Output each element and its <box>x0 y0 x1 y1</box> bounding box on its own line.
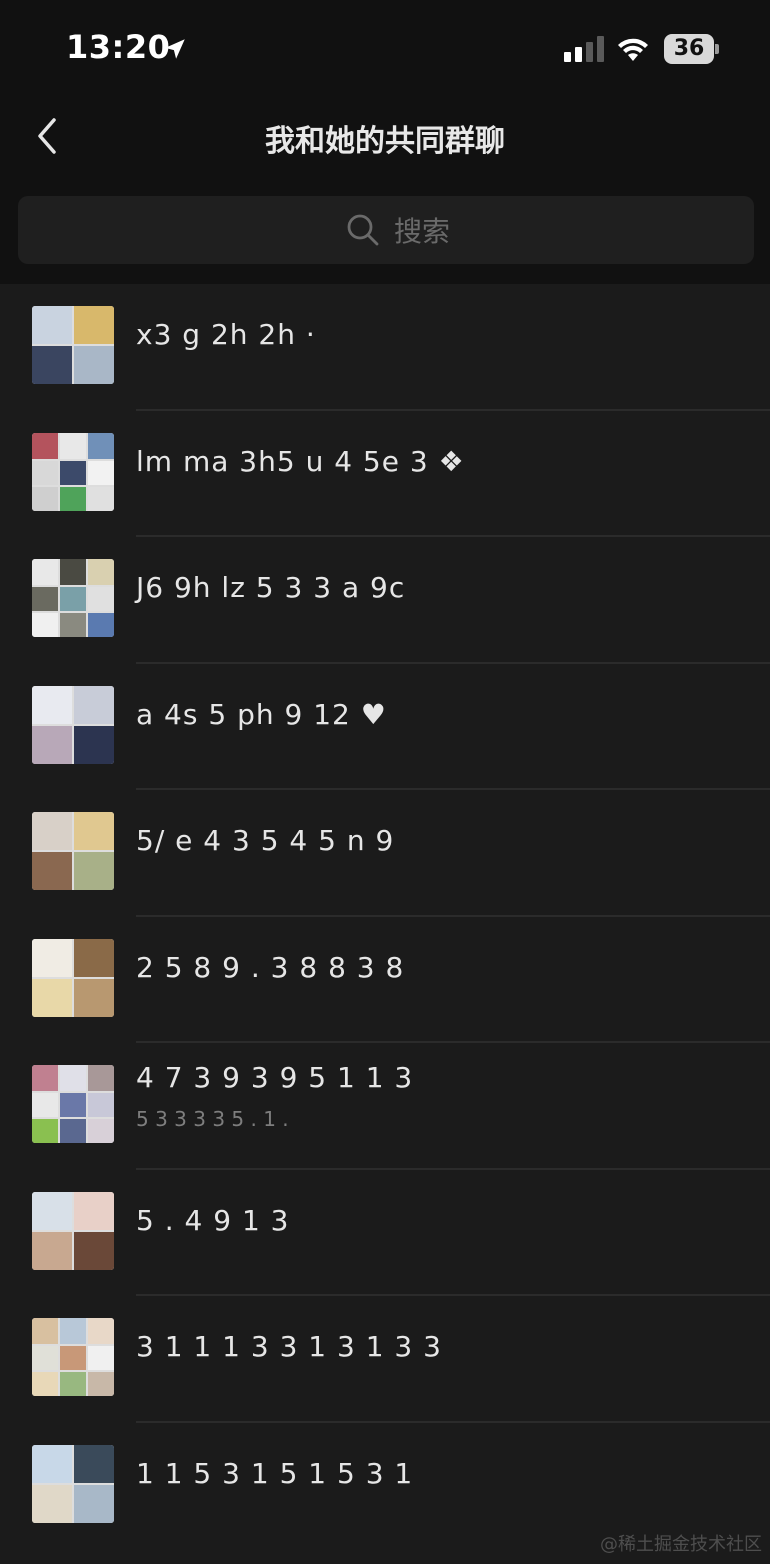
status-time: 13:20 <box>66 28 171 66</box>
avatar <box>32 1318 114 1396</box>
list-item[interactable]: 2 5 8 9 . 3 8 8 3 8 <box>0 917 770 1043</box>
avatar <box>32 306 114 384</box>
group-name: 5 . 4 9 1 3 <box>136 1203 290 1237</box>
list-item[interactable]: a 4s 5 ph 9 12 ♥ <box>0 664 770 790</box>
group-name: 4 7 3 9 3 9 5 1 1 3 <box>136 1061 414 1094</box>
group-name: 5/ e 4 3 5 4 5 n 9 <box>136 824 395 857</box>
avatar <box>32 685 114 764</box>
list-item[interactable]: 5 . 4 9 1 3 <box>0 1170 770 1296</box>
page-title: 我和她的共同群聊 <box>265 124 505 159</box>
location-arrow-icon <box>165 39 185 59</box>
search-icon <box>347 214 379 246</box>
group-name: 3 1 1 1 3 3 1 3 1 3 3 <box>136 1330 442 1363</box>
battery-level: 36 <box>673 36 705 61</box>
group-subtitle: 5 3 3 3 3 5 . 1 . <box>136 1107 289 1131</box>
group-list: x3 g 2h 2h · lm ma 3h5 u 4 5e 3 ❖ J6 9h … <box>0 284 770 1549</box>
avatar <box>32 559 114 637</box>
cellular-signal-icon <box>564 36 604 62</box>
group-name: 2 5 8 9 . 3 8 8 3 8 <box>136 950 405 984</box>
group-name: lm ma 3h5 u 4 5e 3 ❖ <box>136 444 465 478</box>
group-name: a 4s 5 ph 9 12 ♥ <box>136 697 387 731</box>
nav-bar: 我和她的共同群聊 <box>0 100 770 188</box>
avatar <box>32 1065 114 1143</box>
watermark: @稀土掘金技术社区 <box>600 1534 762 1555</box>
avatar <box>32 1191 114 1270</box>
search-input[interactable]: 搜索 <box>18 196 754 264</box>
avatar <box>32 432 114 511</box>
search-placeholder: 搜索 <box>394 215 451 248</box>
list-item[interactable]: lm ma 3h5 u 4 5e 3 ❖ <box>0 411 770 537</box>
avatar <box>32 1444 114 1523</box>
list-item[interactable]: 3 1 1 1 3 3 1 3 1 3 3 <box>0 1296 770 1423</box>
status-bar: 13:20 36 <box>0 0 770 100</box>
list-item[interactable]: 4 7 3 9 3 9 5 1 1 3 5 3 3 3 3 5 . 1 . <box>0 1043 770 1170</box>
battery-icon: 36 <box>664 34 720 64</box>
avatar <box>32 812 114 890</box>
avatar <box>32 938 114 1017</box>
wifi-icon <box>618 38 648 61</box>
group-name: J6 9h lz 5 3 3 a 9c <box>136 571 406 604</box>
list-item[interactable]: x3 g 2h 2h · <box>0 284 770 411</box>
group-name: 1 1 5 3 1 5 1 5 3 1 <box>136 1456 414 1490</box>
list-item[interactable]: 5/ e 4 3 5 4 5 n 9 <box>0 790 770 917</box>
list-item[interactable]: J6 9h lz 5 3 3 a 9c <box>0 537 770 664</box>
search-bar: 搜索 <box>0 188 770 284</box>
group-name: x3 g 2h 2h · <box>136 318 316 351</box>
